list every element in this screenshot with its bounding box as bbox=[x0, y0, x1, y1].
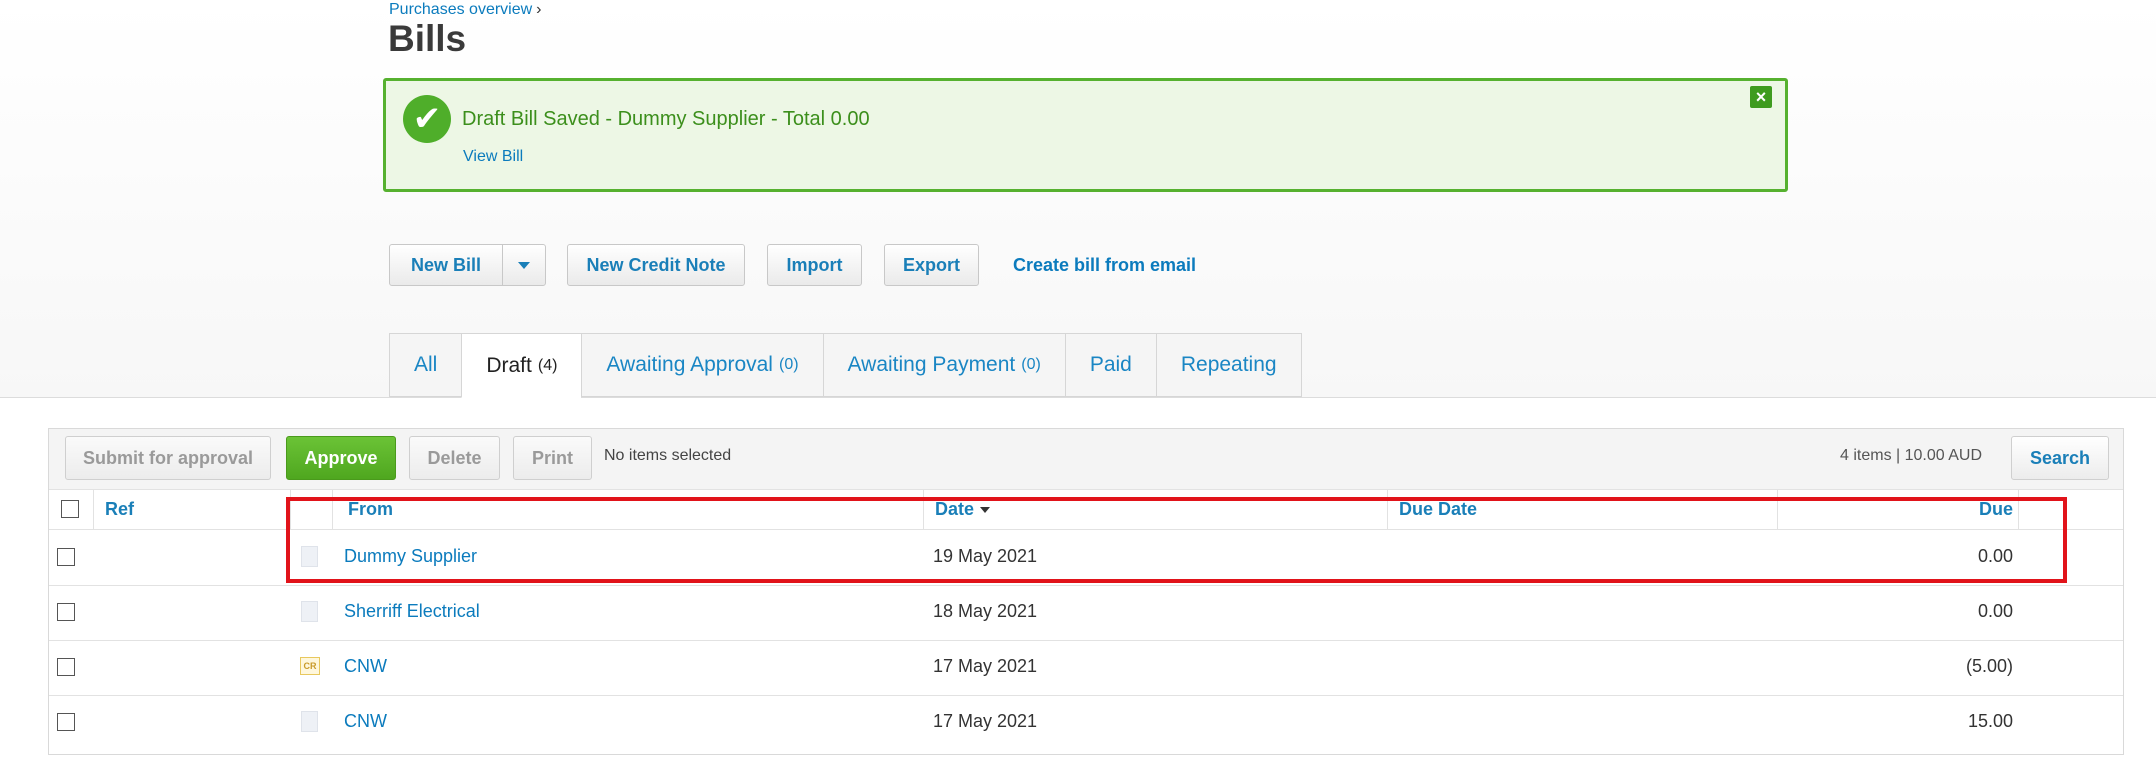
table-row[interactable]: Sherriff Electrical 18 May 2021 0.00 bbox=[49, 585, 2123, 641]
column-date-label: Date bbox=[935, 499, 975, 519]
row-due: 15.00 bbox=[1967, 711, 2013, 731]
column-date[interactable]: Date bbox=[935, 499, 991, 520]
column-divider bbox=[2018, 489, 2019, 529]
tab-count: (0) bbox=[1021, 356, 1041, 373]
tab-awaiting-payment[interactable]: Awaiting Payment (0) bbox=[822, 333, 1065, 397]
approve-button[interactable]: Approve bbox=[286, 436, 396, 480]
tab-label: Awaiting Approval bbox=[606, 353, 773, 376]
close-icon[interactable]: × bbox=[1750, 86, 1772, 108]
select-all-checkbox[interactable] bbox=[61, 500, 79, 518]
new-bill-button[interactable]: New Bill bbox=[389, 244, 503, 286]
tab-awaiting-approval[interactable]: Awaiting Approval (0) bbox=[581, 333, 823, 397]
items-summary: 4 items | 10.00 AUD bbox=[1840, 447, 1982, 464]
row-from-link[interactable]: CNW bbox=[344, 711, 387, 732]
status-tabs: All Draft (4) Awaiting Approval (0) Awaiti… bbox=[389, 333, 1302, 398]
submit-for-approval-button[interactable]: Submit for approval bbox=[65, 436, 271, 480]
row-due: 0.00 bbox=[1977, 546, 2013, 566]
new-credit-note-button[interactable]: New Credit Note bbox=[567, 244, 745, 286]
credit-note-icon: CR bbox=[300, 657, 320, 675]
row-checkbox[interactable] bbox=[57, 658, 75, 676]
delete-button[interactable]: Delete bbox=[409, 436, 500, 480]
document-icon bbox=[301, 601, 318, 622]
table-row[interactable]: CNW 17 May 2021 15.00 bbox=[49, 695, 2123, 750]
table-header: Ref From Date Due Date Due bbox=[49, 489, 2123, 530]
view-bill-link[interactable]: View Bill bbox=[463, 148, 523, 166]
column-divider bbox=[923, 489, 924, 529]
tab-repeating[interactable]: Repeating bbox=[1155, 333, 1302, 397]
tab-label: Repeating bbox=[1180, 353, 1277, 376]
column-due[interactable]: Due bbox=[1979, 499, 2013, 520]
import-button[interactable]: Import bbox=[767, 244, 862, 286]
sort-desc-icon bbox=[980, 507, 991, 514]
document-icon bbox=[301, 546, 318, 567]
row-from-link[interactable]: CNW bbox=[344, 656, 387, 677]
tab-label: All bbox=[414, 353, 438, 376]
row-checkbox[interactable] bbox=[57, 603, 75, 621]
tab-draft[interactable]: Draft (4) bbox=[461, 333, 582, 398]
column-divider bbox=[1777, 489, 1778, 529]
row-due: 0.00 bbox=[1977, 601, 2013, 621]
bills-panel: Submit for approval Approve Delete Print… bbox=[48, 428, 2124, 755]
tab-count: (4) bbox=[537, 356, 558, 374]
document-icon bbox=[301, 711, 318, 732]
tab-label: Paid bbox=[1089, 353, 1132, 376]
tab-all[interactable]: All bbox=[389, 333, 462, 397]
column-from[interactable]: From bbox=[348, 499, 393, 520]
print-button[interactable]: Print bbox=[513, 436, 592, 480]
chevron-down-icon bbox=[518, 261, 530, 269]
column-divider bbox=[1387, 489, 1388, 529]
row-date: 18 May 2021 bbox=[933, 601, 1038, 621]
breadcrumb-purchases-overview[interactable]: Purchases overview bbox=[389, 1, 532, 18]
breadcrumb-separator: › bbox=[536, 1, 542, 18]
column-divider bbox=[332, 489, 333, 529]
create-bill-from-email-link[interactable]: Create bill from email bbox=[1013, 255, 1196, 276]
row-date: 19 May 2021 bbox=[933, 546, 1038, 566]
column-ref[interactable]: Ref bbox=[105, 499, 134, 520]
row-checkbox[interactable] bbox=[57, 713, 75, 731]
column-due-date[interactable]: Due Date bbox=[1399, 499, 1477, 520]
new-bill-dropdown-button[interactable] bbox=[502, 244, 546, 286]
export-button[interactable]: Export bbox=[884, 244, 979, 286]
row-due: (5.00) bbox=[1965, 656, 2013, 676]
page-title: Bills bbox=[388, 18, 467, 59]
tab-label: Draft bbox=[486, 353, 532, 377]
tab-count: (0) bbox=[778, 356, 799, 373]
table-row[interactable]: Dummy Supplier 19 May 2021 0.00 bbox=[49, 530, 2123, 586]
tab-label: Awaiting Payment bbox=[847, 353, 1016, 376]
column-divider bbox=[93, 489, 94, 529]
check-icon: ✔ bbox=[403, 95, 451, 143]
row-from-link[interactable]: Dummy Supplier bbox=[344, 546, 477, 567]
row-date: 17 May 2021 bbox=[933, 711, 1038, 731]
notice-message: Draft Bill Saved - Dummy Supplier - Tota… bbox=[462, 108, 870, 130]
breadcrumb: Purchases overview › bbox=[389, 1, 542, 19]
bulk-toolbar: Submit for approval Approve Delete Print… bbox=[49, 429, 2123, 490]
search-button[interactable]: Search bbox=[2011, 436, 2109, 480]
row-date: 17 May 2021 bbox=[933, 656, 1038, 676]
row-checkbox[interactable] bbox=[57, 548, 75, 566]
column-divider bbox=[290, 489, 291, 529]
selection-status: No items selected bbox=[604, 447, 732, 464]
row-from-link[interactable]: Sherriff Electrical bbox=[344, 601, 480, 622]
tab-paid[interactable]: Paid bbox=[1064, 333, 1156, 397]
success-notice: ✔ Draft Bill Saved - Dummy Supplier - To… bbox=[383, 78, 1788, 192]
table-row[interactable]: CR CNW 17 May 2021 (5.00) bbox=[49, 640, 2123, 696]
